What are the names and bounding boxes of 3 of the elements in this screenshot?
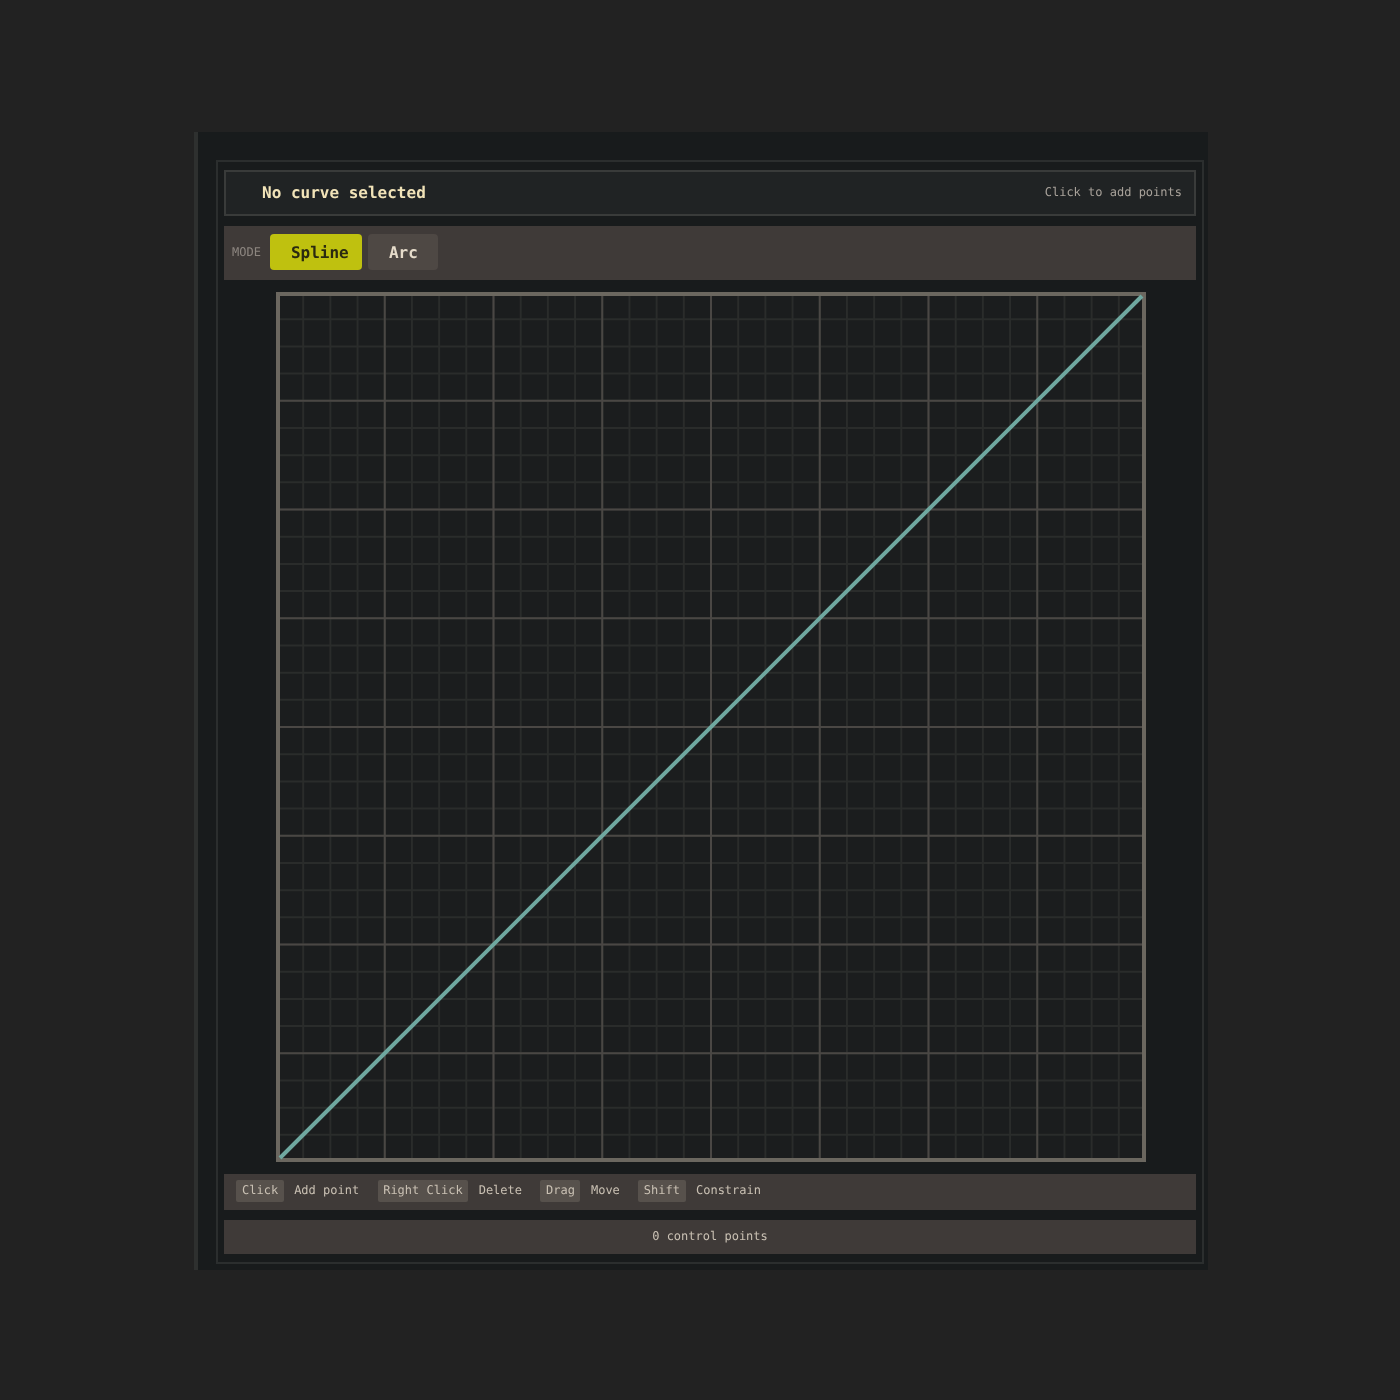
mode-tab[interactable]: Arc xyxy=(368,234,438,271)
curve-status-title: No curve selected xyxy=(262,183,426,202)
mode-tab[interactable]: Spline xyxy=(270,234,363,271)
